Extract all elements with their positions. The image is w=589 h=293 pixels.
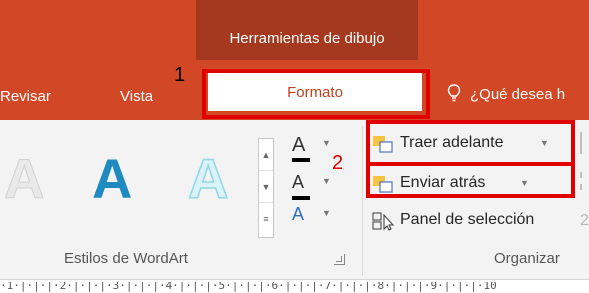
selection-pane-icon [372,212,394,231]
ruler-scale: ·1·|·|·|·2·|·|·|·3·|·|·|·4·|·|·|·5·|·|·|… [0,282,497,292]
wordart-style-blue[interactable]: A [92,146,132,211]
contextual-tab-header: Herramientas de dibujo [196,0,418,60]
lightbulb-icon [447,84,461,102]
align-icon[interactable] [580,132,589,154]
group-label-wordart: Estilos de WordArt [64,250,188,267]
highlight-box-arrange [366,120,575,198]
wordart-style-outline[interactable]: A [187,146,229,211]
text-outline-color-bar [292,196,310,200]
highlight-box-formato [202,69,430,119]
tell-me-search[interactable]: ¿Qué desea h [470,86,565,103]
text-effects-icon: A [292,204,305,224]
gallery-up-icon[interactable]: ▲ [259,139,273,171]
annotation-number-1: 1 [174,64,186,86]
group-divider [362,126,363,276]
highlight-box-divider [366,162,575,166]
chevron-down-icon: ▼ [322,176,331,186]
selection-pane-label: Panel de selección [400,211,535,228]
group-label-organizar: Organizar [494,250,560,267]
text-effects-button[interactable]: A ▼ [292,204,340,232]
cut-off-value: 2 [580,212,589,229]
gallery-more-icon[interactable]: ≡ [259,203,273,235]
text-outline-button[interactable]: A ▼ [292,172,340,200]
text-outline-icon: A [292,172,305,192]
chevron-down-icon: ▼ [322,138,331,148]
tab-vista[interactable]: Vista [120,88,153,105]
text-fill-color-bar [292,158,310,162]
group-icon[interactable] [580,172,589,190]
tab-revisar[interactable]: Revisar [0,88,51,105]
horizontal-ruler: ·1·|·|·|·2·|·|·|·3·|·|·|·4·|·|·|·5·|·|·|… [0,282,589,293]
dialog-launcher-icon[interactable] [334,254,345,265]
chevron-down-icon: ▼ [322,208,331,218]
selection-pane-button[interactable]: Panel de selección [372,208,577,234]
annotation-number-2: 2 [332,152,344,174]
wordart-style-plain[interactable]: A [3,146,44,211]
text-fill-icon: A [292,134,306,156]
contextual-tab-header-label: Herramientas de dibujo [229,30,385,47]
gallery-down-icon[interactable]: ▼ [259,171,273,203]
wordart-gallery-scroll: ▲ ▼ ≡ [258,138,274,238]
